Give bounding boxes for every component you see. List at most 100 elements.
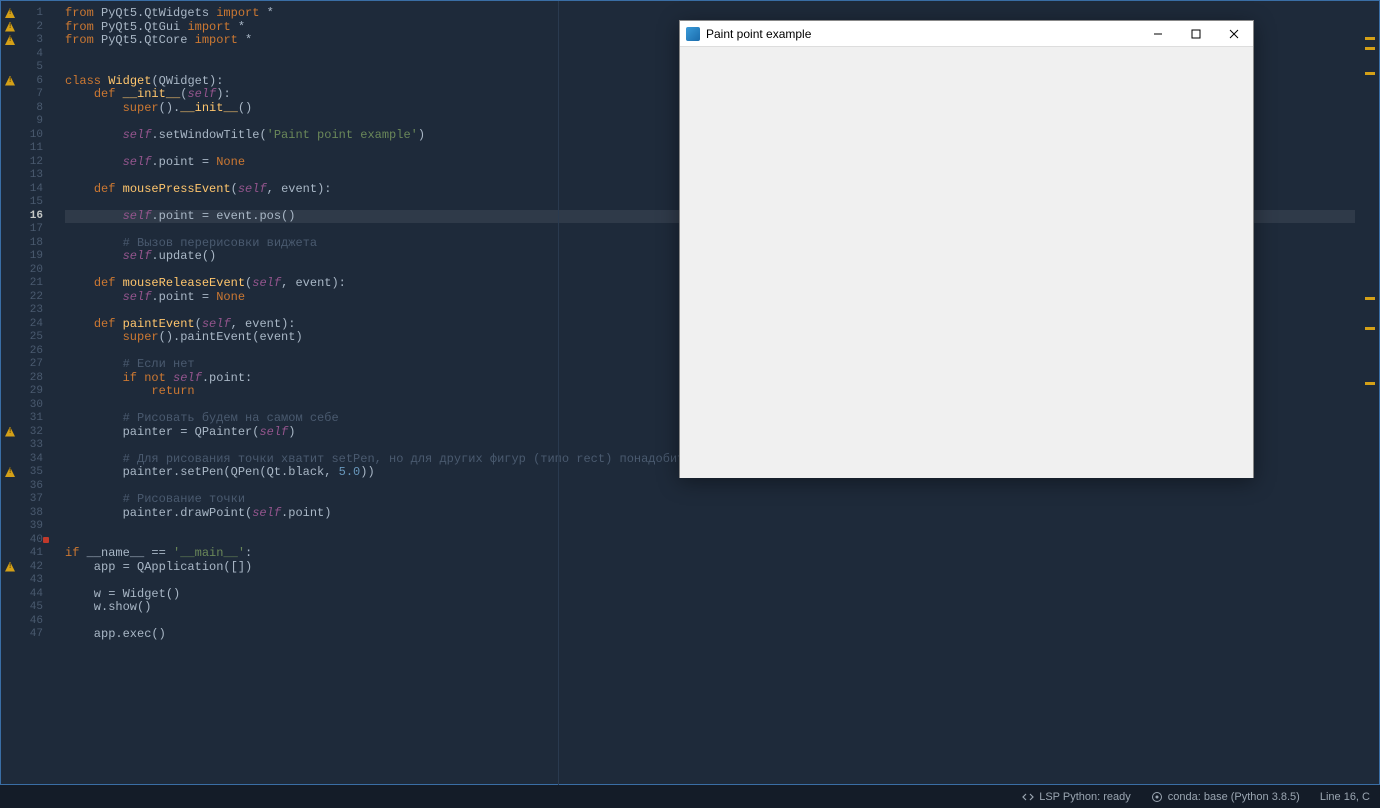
close-icon [1229, 29, 1239, 39]
warning-icon[interactable] [5, 8, 15, 18]
status-conda-text: conda: base (Python 3.8.5) [1168, 791, 1300, 803]
code-line[interactable] [65, 574, 1361, 588]
line-number[interactable]: 36 [19, 480, 43, 494]
window-title: Paint point example [706, 27, 1139, 41]
status-lsp-text: LSP Python: ready [1039, 791, 1131, 803]
code-line[interactable]: app = QApplication([]) [65, 561, 1361, 575]
line-number[interactable]: 21 [19, 277, 43, 291]
minimize-button[interactable] [1139, 21, 1177, 47]
line-number[interactable]: 13 [19, 169, 43, 183]
line-number[interactable]: 46 [19, 615, 43, 629]
line-number[interactable]: 38 [19, 507, 43, 521]
minimize-icon [1153, 29, 1163, 39]
status-conda[interactable]: conda: base (Python 3.8.5) [1141, 785, 1310, 808]
line-number[interactable]: 29 [19, 385, 43, 399]
warning-icon[interactable] [5, 22, 15, 32]
warning-icon[interactable] [5, 76, 15, 86]
minimap-warning-mark[interactable] [1365, 297, 1375, 300]
line-number[interactable]: 45 [19, 601, 43, 615]
line-number[interactable]: 18 [19, 237, 43, 251]
minimap[interactable] [1363, 7, 1375, 777]
code-line[interactable]: from PyQt5.QtWidgets import * [65, 7, 1361, 21]
line-number[interactable]: 9 [19, 115, 43, 129]
warning-icon[interactable] [5, 562, 15, 572]
line-number[interactable]: 30 [19, 399, 43, 413]
line-number[interactable]: 35 [19, 466, 43, 480]
line-number[interactable]: 23 [19, 304, 43, 318]
warning-icon[interactable] [5, 467, 15, 477]
close-button[interactable] [1215, 21, 1253, 47]
line-number[interactable]: 19 [19, 250, 43, 264]
line-number[interactable]: 7 [19, 88, 43, 102]
line-number[interactable]: 25 [19, 331, 43, 345]
line-number[interactable]: 28 [19, 372, 43, 386]
lsp-icon [1022, 791, 1034, 803]
line-number[interactable]: 10 [19, 129, 43, 143]
minimap-warning-mark[interactable] [1365, 382, 1375, 385]
window-app-icon [686, 27, 700, 41]
code-line[interactable]: painter.drawPoint(self.point) [65, 507, 1361, 521]
line-number[interactable]: 22 [19, 291, 43, 305]
line-number[interactable]: 37 [19, 493, 43, 507]
line-number[interactable]: 2 [19, 21, 43, 35]
line-number[interactable]: 40 [19, 534, 43, 548]
window-titlebar[interactable]: Paint point example [680, 21, 1253, 47]
line-number[interactable]: 32 [19, 426, 43, 440]
warning-icon[interactable] [5, 427, 15, 437]
code-line[interactable] [65, 520, 1361, 534]
minimap-warning-mark[interactable] [1365, 327, 1375, 330]
line-number[interactable]: 14 [19, 183, 43, 197]
maximize-icon [1191, 29, 1201, 39]
status-bar: LSP Python: ready conda: base (Python 3.… [0, 785, 1380, 808]
warning-icon[interactable] [5, 35, 15, 45]
line-number[interactable]: 1 [19, 7, 43, 21]
code-line[interactable]: if __name__ == '__main__': [65, 547, 1361, 561]
code-line[interactable]: app.exec() [65, 628, 1361, 642]
line-number[interactable]: 20 [19, 264, 43, 278]
maximize-button[interactable] [1177, 21, 1215, 47]
editor-vertical-guide [558, 1, 559, 786]
line-number[interactable]: 42 [19, 561, 43, 575]
line-number[interactable]: 6 [19, 75, 43, 89]
line-number[interactable]: 17 [19, 223, 43, 237]
line-number[interactable]: 31 [19, 412, 43, 426]
line-number[interactable]: 33 [19, 439, 43, 453]
output-app-window[interactable]: Paint point example [679, 20, 1254, 478]
line-number[interactable]: 41 [19, 547, 43, 561]
minimap-warning-mark[interactable] [1365, 72, 1375, 75]
code-line[interactable] [65, 480, 1361, 494]
status-lsp[interactable]: LSP Python: ready [1012, 785, 1141, 808]
line-number[interactable]: 39 [19, 520, 43, 534]
minimap-warning-mark[interactable] [1365, 37, 1375, 40]
line-number[interactable]: 3 [19, 34, 43, 48]
conda-icon [1151, 791, 1163, 803]
status-position[interactable]: Line 16, C [1310, 785, 1380, 808]
line-number[interactable]: 15 [19, 196, 43, 210]
line-number[interactable]: 43 [19, 574, 43, 588]
line-number[interactable]: 47 [19, 628, 43, 642]
line-number[interactable]: 44 [19, 588, 43, 602]
app-client-area[interactable] [680, 47, 1253, 478]
line-number[interactable]: 5 [19, 61, 43, 75]
line-number[interactable]: 4 [19, 48, 43, 62]
line-number[interactable]: 27 [19, 358, 43, 372]
code-line[interactable]: # Рисование точки [65, 493, 1361, 507]
code-line[interactable]: w = Widget() [65, 588, 1361, 602]
line-numbers[interactable]: 1234567891011121314151617181920212223242… [19, 1, 43, 784]
editor-gutter: 1234567891011121314151617181920212223242… [1, 1, 45, 784]
modification-marker-icon [43, 537, 49, 543]
status-position-text: Line 16, C [1320, 791, 1370, 803]
code-line[interactable]: w.show() [65, 601, 1361, 615]
line-number[interactable]: 16 [19, 210, 43, 224]
line-number[interactable]: 12 [19, 156, 43, 170]
code-line[interactable] [65, 615, 1361, 629]
line-number[interactable]: 26 [19, 345, 43, 359]
line-number[interactable]: 34 [19, 453, 43, 467]
code-line[interactable] [65, 534, 1361, 548]
minimap-warning-mark[interactable] [1365, 47, 1375, 50]
line-number[interactable]: 24 [19, 318, 43, 332]
line-number[interactable]: 11 [19, 142, 43, 156]
gutter-icons-column [1, 1, 19, 784]
window-controls [1139, 21, 1253, 47]
line-number[interactable]: 8 [19, 102, 43, 116]
